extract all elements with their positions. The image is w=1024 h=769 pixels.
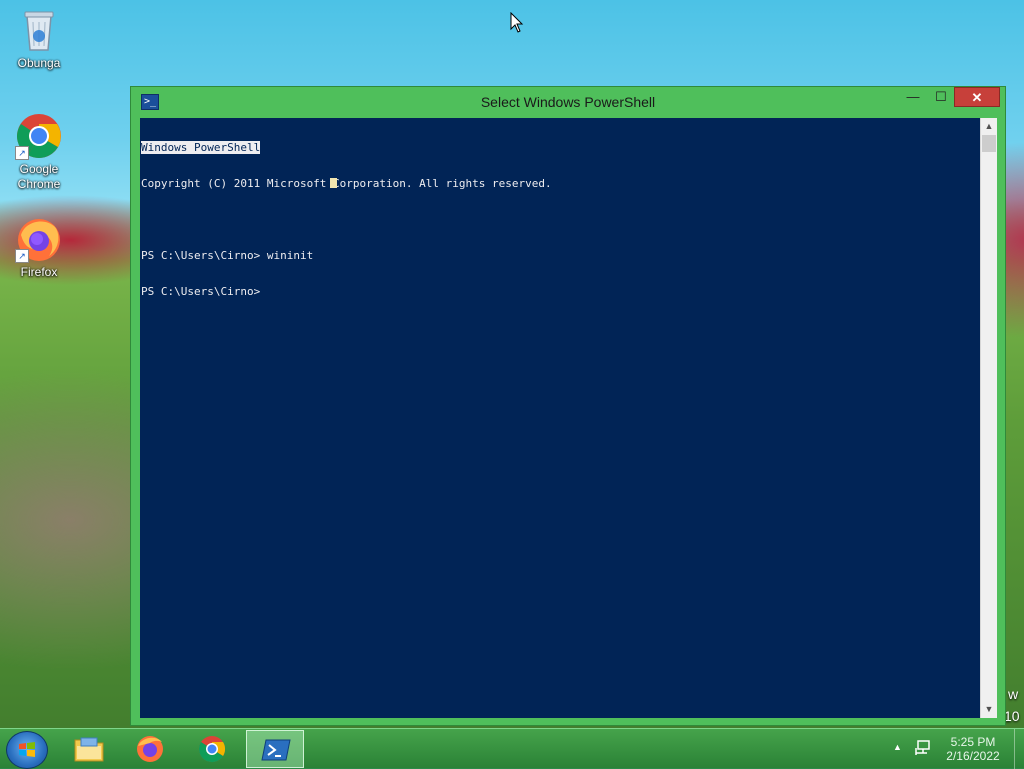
vertical-scrollbar[interactable]: ▲ ▼: [980, 118, 997, 718]
taskbar-firefox[interactable]: [121, 730, 179, 768]
maximize-button[interactable]: ☐: [927, 87, 955, 107]
taskbar-file-explorer[interactable]: [60, 730, 118, 768]
window-title: Select Windows PowerShell: [480, 94, 656, 110]
scroll-down-arrow-icon[interactable]: ▼: [981, 701, 997, 718]
mouse-cursor-icon: [510, 11, 524, 39]
taskbar-powershell[interactable]: [246, 730, 304, 768]
desktop-icon-chrome[interactable]: ↗ Google Chrome: [4, 112, 74, 192]
desktop-icon-recycle-bin[interactable]: Obunga: [4, 6, 74, 71]
powershell-icon: [261, 739, 291, 761]
desktop-icon-firefox[interactable]: ↗ Firefox: [4, 215, 74, 280]
powershell-window[interactable]: >_ Select Windows PowerShell — ☐ ✕ Windo…: [130, 86, 1006, 726]
desktop-icon-label: Obunga: [17, 56, 61, 70]
selected-text: Windows PowerShell: [141, 141, 261, 154]
firefox-icon: [137, 736, 163, 762]
close-button[interactable]: ✕: [954, 87, 1000, 107]
window-titlebar[interactable]: >_ Select Windows PowerShell — ☐ ✕: [131, 87, 1005, 118]
tray-overflow-chevron-icon[interactable]: ▲: [893, 742, 902, 752]
console-output[interactable]: Windows PowerShell Copyright (C) 2011 Mi…: [140, 118, 980, 718]
desktop-icon-label: Google Chrome: [17, 162, 61, 191]
chrome-icon: ↗: [15, 112, 63, 160]
shortcut-arrow-icon: ↗: [15, 249, 29, 263]
console-line: PS C:\Users\Cirno> wininit: [141, 249, 314, 262]
folder-icon: [74, 737, 104, 762]
taskbar: ▲ 5:25 PM 2/16/2022: [0, 728, 1024, 769]
shortcut-arrow-icon: ↗: [15, 146, 29, 160]
taskbar-chrome[interactable]: [183, 730, 241, 768]
desktop-icon-label: Firefox: [20, 265, 58, 279]
scrollbar-thumb[interactable]: [982, 135, 996, 152]
system-clock[interactable]: 5:25 PM 2/16/2022: [940, 735, 1006, 763]
network-icon[interactable]: [913, 739, 931, 762]
windows-logo-icon: [19, 742, 35, 757]
console-prompt-line: PS C:\Users\Cirno>: [141, 285, 261, 298]
firefox-icon: ↗: [15, 215, 63, 263]
chrome-icon: [198, 736, 226, 763]
console-line: Copyright (C) 2011 Microsoft Corporation…: [141, 177, 552, 190]
text-cursor: [330, 178, 337, 188]
console-line: Windows PowerShell: [141, 141, 980, 154]
minimize-button[interactable]: —: [899, 87, 927, 107]
desktop-text-fragment: 10: [1004, 708, 1020, 724]
desktop-text-fragment: w: [1008, 686, 1019, 702]
recycle-bin-icon: [15, 6, 63, 54]
clock-time: 5:25 PM: [950, 735, 996, 749]
clock-date: 2/16/2022: [946, 749, 1000, 763]
start-button[interactable]: [6, 731, 48, 769]
show-desktop-button[interactable]: [1014, 729, 1024, 769]
scroll-up-arrow-icon[interactable]: ▲: [981, 118, 997, 135]
